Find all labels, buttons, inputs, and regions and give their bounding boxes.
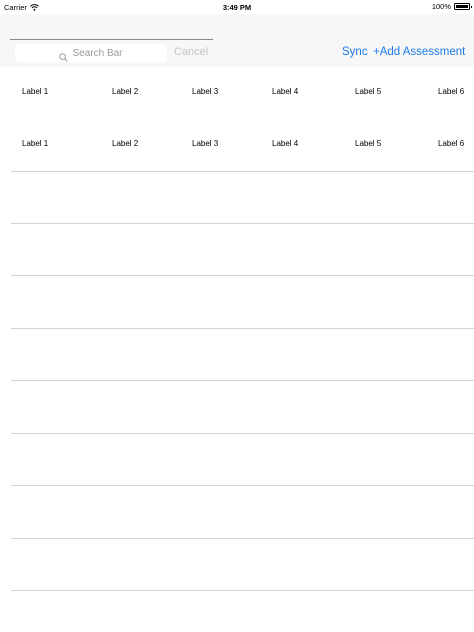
row-label-5: Label 5 [355,139,382,148]
row-separator [11,223,474,224]
search-toolbar: Search Bar Cancel Sync +Add Assessment [0,39,474,67]
search-placeholder: Search Bar [72,47,123,59]
row-separator [11,380,474,381]
row-separator [11,590,474,591]
search-divider [10,39,213,40]
row-label-2: Label 2 [112,139,139,148]
row-label-6: Label 6 [438,87,465,96]
search-icon [59,49,69,62]
table-row[interactable]: Label 1 Label 2 Label 3 Label 4 Label 5 … [0,87,474,101]
cancel-button[interactable]: Cancel [174,46,208,58]
row-separator [11,538,474,539]
battery-icon [454,3,472,10]
status-battery: 100% [431,2,472,11]
row-label-5: Label 5 [355,87,382,96]
ipad-screen: Carrier 3:49 PM 100% Search Bar Cancel S… [0,0,474,632]
row-label-3: Label 3 [192,139,219,148]
row-label-4: Label 4 [272,139,299,148]
row-label-3: Label 3 [192,87,219,96]
row-label-2: Label 2 [112,87,139,96]
row-separator [11,275,474,276]
add-assessment-button[interactable]: +Add Assessment [373,46,465,58]
row-label-4: Label 4 [272,87,299,96]
sync-button[interactable]: Sync [342,46,368,58]
search-input[interactable]: Search Bar [15,44,167,62]
battery-percent: 100% [431,2,451,11]
status-time: 3:49 PM [222,3,252,12]
status-bar: Carrier 3:49 PM 100% [0,0,474,14]
navigation-bar [0,14,474,39]
row-separator [11,328,474,329]
table-row[interactable]: Label 1 Label 2 Label 3 Label 4 Label 5 … [0,139,474,153]
row-label-6: Label 6 [438,139,465,148]
row-separator [11,485,474,486]
row-separator [11,171,474,172]
row-separator [11,433,474,434]
row-label-1: Label 1 [22,139,49,148]
row-label-1: Label 1 [22,87,49,96]
